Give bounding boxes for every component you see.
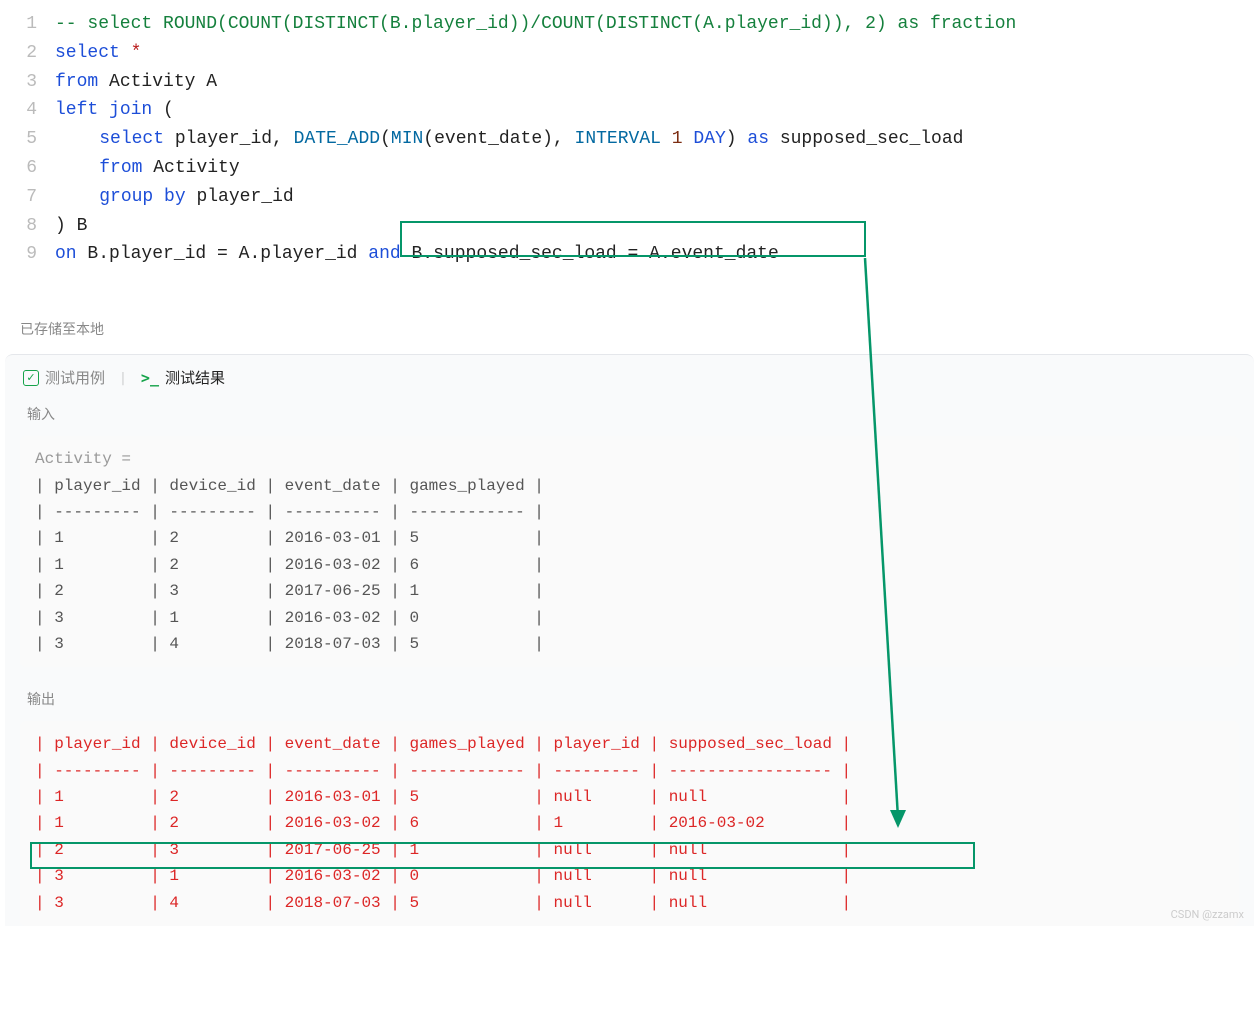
check-icon: ✓ bbox=[23, 370, 39, 386]
output-section-label: 输出 bbox=[5, 685, 1254, 713]
code-line: 9on B.player_id = A.player_id and B.supp… bbox=[0, 240, 1259, 269]
divider: | bbox=[121, 368, 125, 387]
output-table: | player_id | device_id | event_date | g… bbox=[20, 721, 1239, 926]
code-content[interactable]: ) B bbox=[55, 212, 87, 241]
code-content[interactable]: select * bbox=[55, 39, 141, 68]
code-content[interactable]: select player_id, DATE_ADD(MIN(event_dat… bbox=[55, 125, 963, 154]
code-content[interactable]: left join ( bbox=[55, 96, 174, 125]
line-number: 5 bbox=[0, 125, 55, 154]
code-content[interactable]: from Activity bbox=[55, 154, 240, 183]
line-number: 1 bbox=[0, 10, 55, 39]
code-line: 2select * bbox=[0, 39, 1259, 68]
output-table-content: | player_id | device_id | event_date | g… bbox=[35, 735, 851, 911]
line-number: 8 bbox=[0, 212, 55, 241]
code-content[interactable]: from Activity A bbox=[55, 68, 217, 97]
tab-label: 测试用例 bbox=[45, 367, 105, 388]
save-status: 已存储至本地 bbox=[0, 309, 1259, 354]
code-content[interactable]: on B.player_id = A.player_id and B.suppo… bbox=[55, 240, 779, 269]
line-number: 6 bbox=[0, 154, 55, 183]
input-table-content: | player_id | device_id | event_date | g… bbox=[35, 477, 544, 653]
code-content[interactable]: -- select ROUND(COUNT(DISTINCT(B.player_… bbox=[55, 10, 1016, 39]
code-line: 4left join ( bbox=[0, 96, 1259, 125]
activity-label: Activity = bbox=[35, 450, 131, 468]
line-number: 7 bbox=[0, 183, 55, 212]
panel-tabs: ✓ 测试用例 | >_ 测试结果 bbox=[5, 355, 1254, 400]
line-number: 4 bbox=[0, 96, 55, 125]
code-line: 5 select player_id, DATE_ADD(MIN(event_d… bbox=[0, 125, 1259, 154]
terminal-icon: >_ bbox=[141, 369, 159, 387]
line-number: 2 bbox=[0, 39, 55, 68]
input-section-label: 输入 bbox=[5, 400, 1254, 428]
code-line: 7 group by player_id bbox=[0, 183, 1259, 212]
line-number: 3 bbox=[0, 68, 55, 97]
code-line: 3from Activity A bbox=[0, 68, 1259, 97]
tab-label: 测试结果 bbox=[165, 367, 225, 388]
code-line: 8) B bbox=[0, 212, 1259, 241]
watermark: CSDN @zzamx bbox=[1171, 908, 1244, 921]
code-line: 6 from Activity bbox=[0, 154, 1259, 183]
input-table: Activity = | player_id | device_id | eve… bbox=[20, 436, 1239, 667]
line-number: 9 bbox=[0, 240, 55, 269]
code-line: 1-- select ROUND(COUNT(DISTINCT(B.player… bbox=[0, 10, 1259, 39]
tab-result[interactable]: >_ 测试结果 bbox=[141, 367, 225, 388]
code-content[interactable]: group by player_id bbox=[55, 183, 294, 212]
tab-testcase[interactable]: ✓ 测试用例 bbox=[23, 367, 105, 388]
result-panel: ✓ 测试用例 | >_ 测试结果 输入 Activity = | player_… bbox=[5, 354, 1254, 926]
code-editor[interactable]: 1-- select ROUND(COUNT(DISTINCT(B.player… bbox=[0, 0, 1259, 309]
